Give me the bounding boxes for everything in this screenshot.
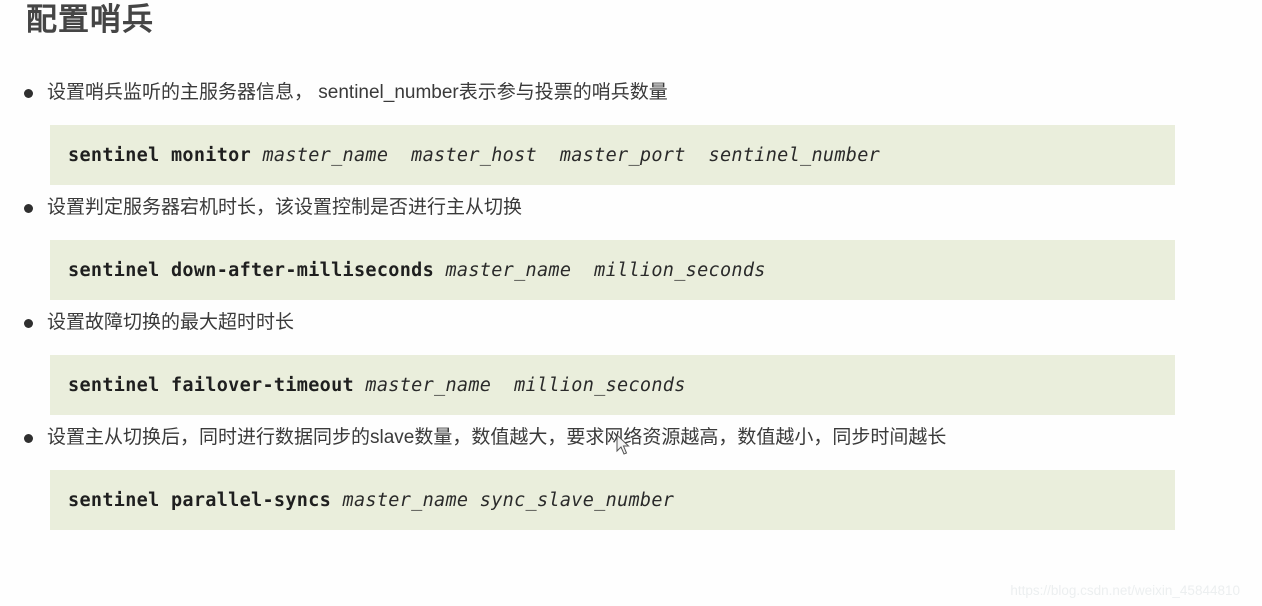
code-command: sentinel failover-timeout [68,374,354,396]
code-block: sentinel parallel-syncs master_name sync… [50,470,1175,530]
list-item: 设置判定服务器宕机时长，该设置控制是否进行主从切换 sentinel down-… [0,193,1262,300]
code-arguments: master_name million_seconds [353,374,686,396]
bullet-dot-icon [24,89,33,98]
code-command: sentinel parallel-syncs [68,489,332,511]
watermark: https://blog.csdn.net/weixin_45844810 [1010,583,1240,598]
content-area: 设置哨兵监听的主服务器信息， sentinel_number表示参与投票的哨兵数… [0,78,1262,530]
page-title: 配置哨兵 [26,2,154,37]
bullet-dot-icon [24,434,33,443]
bullet-text: 设置判定服务器宕机时长，该设置控制是否进行主从切换 [47,197,523,218]
code-arguments: master_name million_seconds [434,259,766,281]
bullet-dot-icon [24,204,33,213]
bullet-row: 设置哨兵监听的主服务器信息， sentinel_number表示参与投票的哨兵数… [0,78,1262,112]
bullet-text: 设置哨兵监听的主服务器信息， sentinel_number表示参与投票的哨兵数… [47,82,668,103]
code-block: sentinel failover-timeout master_name mi… [50,355,1175,415]
code-line: sentinel down-after-milliseconds master_… [68,260,766,281]
code-line: sentinel failover-timeout master_name mi… [68,375,686,396]
bullet-text: 设置故障切换的最大超时时长 [47,312,295,333]
code-arguments: master_name sync_slave_number [331,489,675,511]
bullet-text: 设置主从切换后，同时进行数据同步的slave数量，数值越大，要求网络资源越高，数… [47,427,947,448]
list-item: 设置故障切换的最大超时时长 sentinel failover-timeout … [0,308,1262,415]
list-item: 设置哨兵监听的主服务器信息， sentinel_number表示参与投票的哨兵数… [0,78,1262,185]
code-line: sentinel monitor master_name master_host… [68,145,880,166]
list-item: 设置主从切换后，同时进行数据同步的slave数量，数值越大，要求网络资源越高，数… [0,423,1262,530]
slide-page: 配置哨兵 设置哨兵监听的主服务器信息， sentinel_number表示参与投… [0,0,1262,606]
bullet-row: 设置故障切换的最大超时时长 [0,308,1262,342]
bullet-row: 设置主从切换后，同时进行数据同步的slave数量，数值越大，要求网络资源越高，数… [0,423,1262,457]
code-command: sentinel down-after-milliseconds [68,259,435,281]
code-block: sentinel monitor master_name master_host… [50,125,1175,185]
code-command: sentinel monitor [68,144,252,166]
code-block: sentinel down-after-milliseconds master_… [50,240,1175,300]
code-arguments: master_name master_host master_port sent… [251,144,881,166]
bullet-dot-icon [24,319,33,328]
code-line: sentinel parallel-syncs master_name sync… [68,490,674,511]
bullet-row: 设置判定服务器宕机时长，该设置控制是否进行主从切换 [0,193,1262,227]
